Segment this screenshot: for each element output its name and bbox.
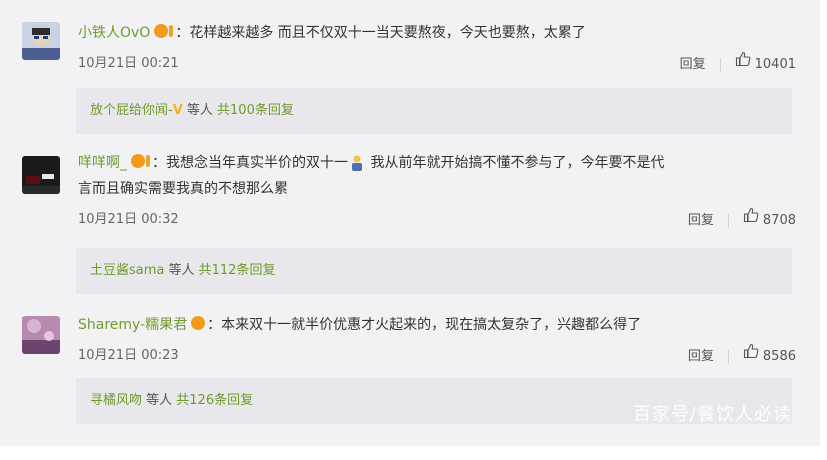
vip-badge-icon: [191, 316, 206, 330]
avatar[interactable]: [22, 316, 60, 354]
reply-users[interactable]: 寻橘风吻: [90, 393, 142, 408]
username[interactable]: 咩咩啊_: [78, 155, 127, 171]
reply-emoji: V: [172, 103, 183, 118]
watermark: 百家号/餐饮人必读: [632, 404, 792, 425]
like-button[interactable]: 10401: [735, 51, 796, 72]
comment-text-continued: 我从前年就开始搞不懂不参与了，今年要不是代: [366, 155, 665, 171]
comment-actions: 回复 8586: [688, 343, 796, 369]
divider: [727, 349, 729, 364]
timestamp: 10月21日 00:32: [78, 212, 179, 227]
thumbs-up-icon: [743, 343, 759, 368]
vip-badge-icon: [154, 24, 174, 38]
reply-label: 等人: [164, 263, 199, 278]
reply-button[interactable]: 回复: [688, 349, 714, 364]
reply-label: 等人: [182, 103, 218, 118]
divider: [719, 57, 721, 72]
reply-users[interactable]: 放个屁给你闻-: [90, 103, 173, 118]
like-button[interactable]: 8586: [743, 343, 796, 364]
divider: [727, 213, 729, 228]
reply-total[interactable]: 共126条回复: [176, 393, 253, 408]
like-count: 10401: [754, 57, 796, 72]
reply-button[interactable]: 回复: [688, 213, 714, 228]
like-count: 8586: [762, 349, 796, 364]
like-count: 8708: [762, 213, 796, 228]
username[interactable]: Sharemy-糯果君: [78, 317, 187, 333]
person-emoji-icon: [350, 154, 364, 171]
bottom-edge: [0, 446, 827, 460]
comment-actions: 回复 8708: [688, 207, 796, 233]
reply-users[interactable]: 土豆酱sama: [90, 263, 164, 278]
reply-summary[interactable]: 放个屁给你闻-V 等人 共100条回复: [76, 88, 792, 134]
thumbs-up-icon: [735, 51, 751, 76]
comment-text: ：本来双十一就半价优惠才火起来的，现在搞太复杂了，兴趣都么得了: [207, 317, 642, 333]
avatar[interactable]: [22, 156, 60, 194]
comment-actions: 回复 10401: [680, 51, 796, 77]
timestamp: 10月21日 00:21: [78, 56, 179, 71]
reply-summary[interactable]: 土豆酱sama 等人 共112条回复: [76, 248, 792, 294]
reply-label: 等人: [142, 393, 177, 408]
avatar[interactable]: [22, 22, 60, 60]
comment-panel: 小铁人OvO ：花样越来越多 而且不仅双十一当天要熬夜，今天也要熬，太累了 10月…: [0, 0, 820, 446]
comment-text: ：我想念当年真实半价的双十一: [152, 155, 348, 171]
username[interactable]: 小铁人OvO: [78, 25, 150, 41]
comment-text-line2: 言而且确实需要我真的不想那么累: [78, 181, 288, 197]
timestamp: 10月21日 00:23: [78, 348, 179, 363]
reply-total[interactable]: 共112条回复: [199, 263, 276, 278]
reply-button[interactable]: 回复: [680, 57, 706, 72]
comment-text: ：花样越来越多 而且不仅双十一当天要熬夜，今天也要熬，太累了: [175, 25, 586, 41]
reply-total[interactable]: 共100条回复: [217, 103, 294, 118]
vip-badge-icon: [131, 154, 150, 168]
like-button[interactable]: 8708: [743, 207, 796, 228]
thumbs-up-icon: [743, 207, 759, 232]
